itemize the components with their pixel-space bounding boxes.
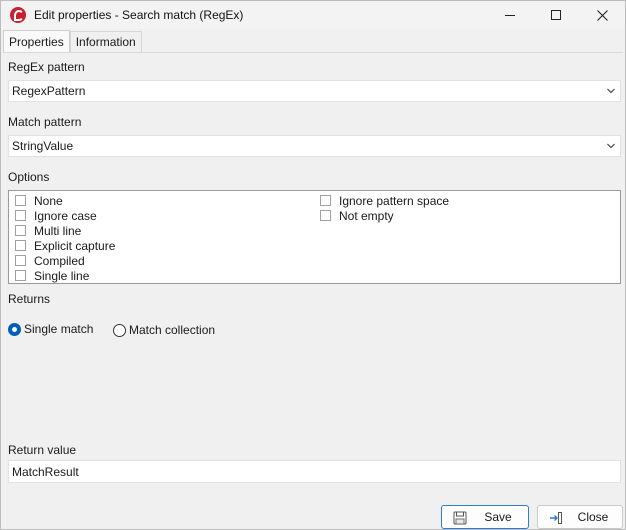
close-icon <box>596 9 608 21</box>
tab-information[interactable]: Information <box>69 31 142 52</box>
match-pattern-label: Match pattern <box>8 115 82 129</box>
checkbox-icon <box>15 240 26 251</box>
option-label: Compiled <box>34 253 85 268</box>
option-explicit-capture-checkbox[interactable]: Explicit capture <box>15 238 115 253</box>
checkbox-icon <box>15 210 26 221</box>
tab-properties[interactable]: Properties <box>3 30 70 52</box>
close-window-button[interactable] <box>579 1 625 29</box>
radio-label: Match collection <box>129 323 216 337</box>
single-match-radio[interactable]: Single match <box>8 321 93 337</box>
option-multi-line-checkbox[interactable]: Multi line <box>15 223 81 238</box>
match-collection-radio[interactable]: Match collection <box>113 322 215 338</box>
minimize-icon <box>505 14 515 16</box>
options-label: Options <box>8 170 50 184</box>
option-ignore-pattern-space-checkbox[interactable]: Ignore pattern space <box>320 193 449 208</box>
regex-pattern-value: RegexPattern <box>12 84 86 98</box>
regex-pattern-label: RegEx pattern <box>8 60 85 74</box>
dialog-footer: Save Close <box>1 491 625 529</box>
radio-selected-icon <box>8 322 21 336</box>
regex-pattern-select[interactable]: RegexPattern <box>8 80 621 102</box>
option-label: Not empty <box>339 208 394 223</box>
checkbox-icon <box>15 270 26 281</box>
window-controls <box>487 1 625 29</box>
match-pattern-select[interactable]: StringValue <box>8 135 621 157</box>
chevron-down-icon <box>607 143 615 149</box>
option-label: Multi line <box>34 223 82 238</box>
checkbox-icon <box>15 225 26 236</box>
maximize-button[interactable] <box>533 1 579 29</box>
option-not-empty-checkbox[interactable]: Not empty <box>320 208 394 223</box>
checkbox-icon <box>320 210 331 221</box>
option-label: Single line <box>34 268 90 283</box>
radio-icon <box>113 323 126 337</box>
tab-strip: Properties Information <box>3 30 142 52</box>
checkbox-icon <box>15 195 26 206</box>
options-list: None Ignore case Multi line Explicit cap… <box>8 190 621 284</box>
return-value-input[interactable]: MatchResult <box>8 460 621 483</box>
chevron-down-icon <box>607 88 615 94</box>
option-label: Ignore pattern space <box>339 193 450 208</box>
option-label: Explicit capture <box>34 238 116 253</box>
checkbox-icon <box>320 195 331 206</box>
return-value-text: MatchResult <box>12 464 79 479</box>
return-value-label: Return value <box>8 443 77 457</box>
option-ignore-case-checkbox[interactable]: Ignore case <box>15 208 97 223</box>
edit-properties-window: Edit properties - Search match (RegEx) P… <box>0 0 626 530</box>
returns-label: Returns <box>8 292 51 306</box>
option-single-line-checkbox[interactable]: Single line <box>15 268 89 283</box>
save-button[interactable]: Save <box>441 505 529 529</box>
window-title: Edit properties - Search match (RegEx) <box>34 8 244 22</box>
option-compiled-checkbox[interactable]: Compiled <box>15 253 85 268</box>
match-pattern-value: StringValue <box>12 139 74 153</box>
option-none-checkbox[interactable]: None <box>15 193 63 208</box>
minimize-button[interactable] <box>487 1 533 29</box>
option-label: Ignore case <box>34 208 97 223</box>
checkbox-icon <box>15 255 26 266</box>
option-label: None <box>34 193 63 208</box>
close-button[interactable]: Close <box>537 505 623 529</box>
maximize-icon <box>551 10 561 20</box>
exit-arrow-icon <box>550 512 562 524</box>
save-disk-icon <box>453 511 467 525</box>
title-bar[interactable]: Edit properties - Search match (RegEx) <box>1 1 625 29</box>
radio-label: Single match <box>24 322 94 336</box>
app-logo-icon <box>10 7 26 23</box>
